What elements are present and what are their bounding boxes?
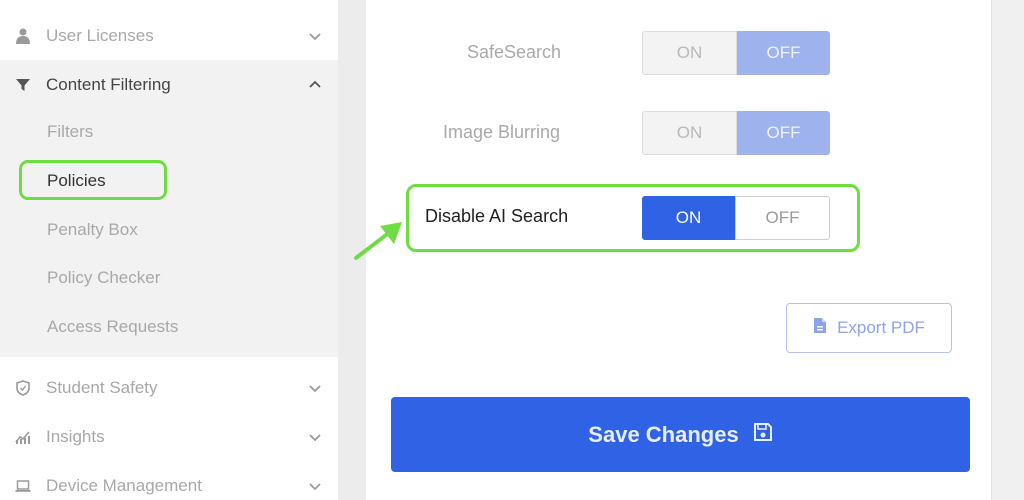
sidebar-item-label: User Licenses [46, 25, 154, 45]
chevron-down-icon [308, 430, 322, 444]
disable-ai-search-label: Disable AI Search [425, 206, 569, 226]
disable-ai-search-off-button[interactable]: OFF [735, 196, 830, 240]
sidebar-item-student-safety[interactable]: Student Safety [0, 363, 338, 412]
image-blurring-off-button[interactable]: OFF [737, 111, 830, 155]
chevron-down-icon [308, 29, 322, 43]
floppy-disk-icon [753, 422, 773, 448]
sidebar-item-user-licenses[interactable]: User Licenses [0, 11, 338, 60]
save-changes-label: Save Changes [588, 421, 739, 447]
submenu-item-penalty-box[interactable]: Penalty Box [47, 220, 138, 240]
image-blurring-on-button[interactable]: ON [642, 111, 737, 155]
disable-ai-search-toggle[interactable]: ON OFF [642, 196, 830, 240]
safesearch-on-button[interactable]: ON [642, 31, 737, 75]
sidebar-item-label: Content Filtering [46, 74, 171, 94]
chevron-up-icon [308, 78, 322, 92]
chart-icon [14, 428, 32, 446]
sidebar-item-label: Device Management [46, 475, 202, 495]
image-blurring-toggle[interactable]: ON OFF [642, 111, 830, 155]
submenu-item-filters[interactable]: Filters [47, 122, 93, 142]
page-background [992, 0, 1024, 500]
safesearch-off-button[interactable]: OFF [737, 31, 830, 75]
pdf-file-icon [813, 317, 827, 339]
safesearch-toggle[interactable]: ON OFF [642, 31, 830, 75]
safesearch-label: SafeSearch [467, 42, 562, 62]
sidebar-item-label: Insights [46, 426, 105, 446]
filter-funnel-icon [14, 76, 32, 94]
save-changes-button[interactable]: Save Changes [391, 397, 970, 472]
image-blurring-label: Image Blurring [443, 122, 561, 142]
laptop-icon [14, 477, 32, 495]
chevron-down-icon [308, 381, 322, 395]
sidebar: User Licenses Content Filtering Filters … [0, 0, 338, 500]
export-pdf-label: Export PDF [837, 318, 925, 337]
annotation-arrow-icon [354, 222, 402, 260]
submenu-item-policy-checker[interactable]: Policy Checker [47, 268, 160, 288]
sidebar-item-insights[interactable]: Insights [0, 412, 338, 461]
export-pdf-button[interactable]: Export PDF [786, 303, 952, 353]
shield-icon [14, 379, 32, 397]
policies-highlight [19, 160, 167, 200]
chevron-down-icon [308, 479, 322, 493]
disable-ai-search-on-button[interactable]: ON [642, 196, 735, 240]
sidebar-item-device-management[interactable]: Device Management [0, 461, 338, 500]
submenu-item-access-requests[interactable]: Access Requests [47, 317, 178, 337]
sidebar-item-content-filtering[interactable]: Content Filtering [0, 60, 338, 109]
sidebar-item-label: Student Safety [46, 377, 158, 397]
user-icon [14, 27, 32, 45]
